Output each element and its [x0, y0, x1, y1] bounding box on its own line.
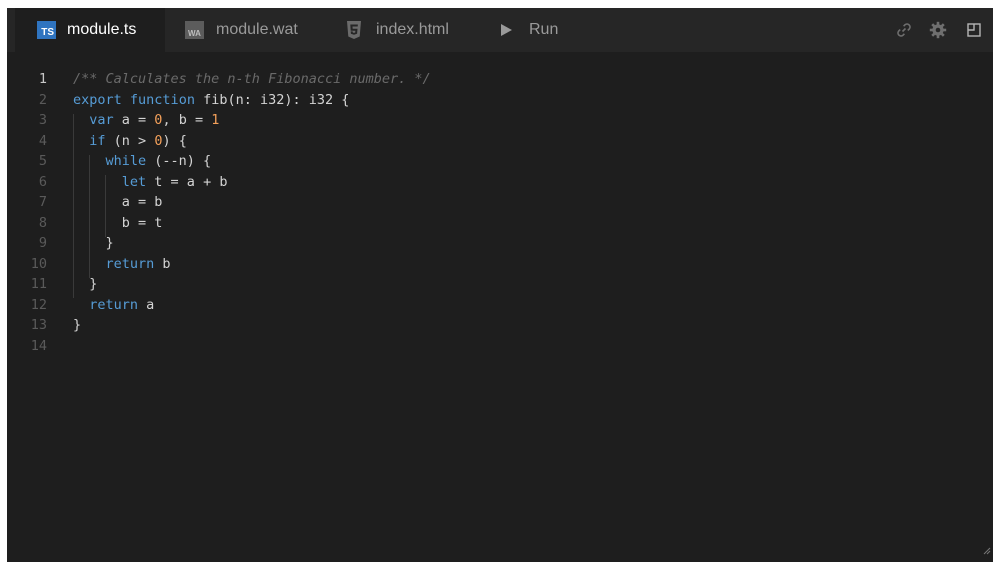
code-text: a = b — [73, 192, 163, 213]
code-text: let t = a + b — [73, 172, 228, 193]
code-line: 13} — [7, 315, 993, 336]
code-token: b = t — [73, 214, 163, 231]
code-text: if (n > 0) { — [73, 131, 187, 152]
code-editor[interactable]: 1 /** Calculates the n-th Fibonacci numbe… — [7, 52, 993, 562]
code-token: , b = — [162, 112, 212, 128]
code-line: 11 } — [7, 274, 993, 295]
code-token: ) { — [162, 132, 187, 149]
line-number: 12 — [30, 296, 47, 313]
code-line: 10 return b — [7, 254, 993, 275]
tab-module-ts[interactable]: TS module.ts — [15, 8, 165, 52]
code-text: return a — [73, 295, 154, 316]
line-number: 6 — [38, 173, 47, 190]
code-token: } — [73, 276, 98, 292]
line-number: 14 — [30, 337, 47, 354]
line-number: 1 — [38, 71, 47, 87]
code-line: 4 if (n > 0) { — [7, 131, 993, 152]
code-text: while (--n) { — [73, 151, 212, 172]
code-token: a = — [113, 112, 155, 128]
code-line: 12 return a — [7, 295, 993, 316]
code-token: (--n) { — [146, 153, 212, 169]
tab-label: module.ts — [67, 21, 137, 38]
line-number: 11 — [30, 276, 47, 292]
code-token: (n > — [105, 132, 155, 149]
typescript-icon: TS — [37, 21, 56, 39]
code-line: 9 } — [7, 233, 993, 254]
keyword-token: export — [73, 91, 122, 108]
keyword-token: function — [129, 91, 195, 108]
comment-token: /** Calculates the n-th Fibonacci number… — [73, 71, 431, 87]
html5-icon — [346, 21, 362, 39]
code-token: fib(n: i32): i32 { — [194, 91, 350, 108]
code-line: 2 export function fib(n: i32): i32 { — [7, 90, 993, 111]
tab-bar: TS module.ts WA module.wat index.html Ru… — [7, 8, 993, 52]
playground-window: TS module.ts WA module.wat index.html Ru… — [7, 8, 993, 562]
code-text: } — [73, 315, 81, 336]
code-token: } — [73, 317, 82, 333]
keyword-token: while — [105, 153, 147, 169]
code-text: b = t — [73, 213, 163, 234]
tab-label: module.wat — [216, 21, 298, 38]
line-number: 2 — [38, 91, 47, 108]
gear-icon[interactable] — [921, 21, 955, 39]
line-number: 13 — [30, 317, 47, 333]
code-text: var a = 0, b = 1 — [73, 110, 219, 131]
code-token: a — [138, 296, 155, 313]
line-number: 4 — [38, 132, 47, 149]
split-view-icon[interactable] — [955, 23, 993, 37]
code-text: /** Calculates the n-th Fibonacci number… — [73, 69, 431, 90]
keyword-token: if — [89, 132, 106, 149]
code-line: 14 — [7, 336, 993, 357]
code-token: a = b — [73, 194, 163, 210]
code-line: 5 while (--n) { — [7, 151, 993, 172]
wasm-icon: WA — [185, 21, 204, 39]
keyword-token: return — [105, 255, 155, 272]
run-button[interactable]: Run — [501, 8, 558, 52]
toolbar-right — [887, 8, 993, 52]
tab-label: index.html — [376, 21, 449, 38]
code-text: return b — [73, 254, 171, 275]
code-line: 1 /** Calculates the n-th Fibonacci numbe… — [7, 69, 993, 90]
code-token: b — [154, 255, 171, 272]
code-line: 7 a = b — [7, 192, 993, 213]
code-text: } — [73, 233, 114, 254]
keyword-token: return — [89, 296, 139, 313]
code-text: export function fib(n: i32): i32 { — [73, 90, 349, 111]
code-line: 3 var a = 0, b = 1 — [7, 110, 993, 131]
play-icon — [501, 24, 512, 36]
number-token: 1 — [211, 112, 220, 128]
line-number: 3 — [38, 112, 47, 128]
tab-index-html[interactable]: index.html — [346, 8, 449, 52]
resize-handle[interactable] — [983, 542, 991, 560]
code-line: 8 b = t — [7, 213, 993, 234]
keyword-token: var — [89, 112, 114, 128]
line-number: 9 — [38, 235, 47, 251]
line-number: 8 — [38, 214, 47, 231]
tab-module-wat[interactable]: WA module.wat — [185, 8, 298, 52]
code-text: } — [73, 274, 97, 295]
code-line: 6 let t = a + b — [7, 172, 993, 193]
line-number: 5 — [38, 153, 47, 169]
link-icon[interactable] — [887, 21, 921, 39]
code-token: } — [73, 235, 114, 251]
keyword-token: let — [121, 173, 147, 190]
code-token: t = a + b — [146, 173, 228, 190]
run-label: Run — [529, 21, 559, 38]
line-number: 7 — [38, 194, 47, 210]
line-number: 10 — [30, 255, 47, 272]
